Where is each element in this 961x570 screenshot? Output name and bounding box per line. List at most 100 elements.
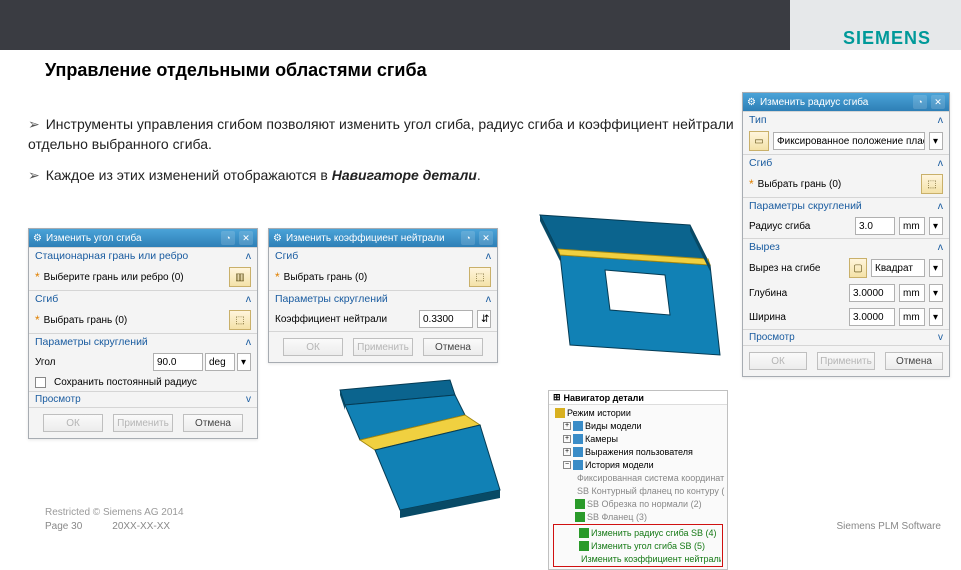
dialog-change-neutral: ⚙ Изменить коэффициент нейтрали ◔ ✕ Сгиб… xyxy=(268,228,498,363)
pin-icon[interactable]: ◔ xyxy=(913,95,927,109)
depth-label: Глубина xyxy=(749,288,845,299)
nav-item[interactable]: −История модели xyxy=(551,458,725,471)
depth-dd[interactable]: ▾ xyxy=(929,284,943,302)
section-preview[interactable]: Просмотрv xyxy=(29,391,257,407)
footer: Page 30 20XX-XX-XX Siemens PLM Software xyxy=(45,521,941,532)
nav-history-mode[interactable]: Режим истории xyxy=(551,406,725,419)
radius-input[interactable]: 3.0 xyxy=(855,217,895,235)
select-edge-row[interactable]: * Выбрать грань (0) ⬚ xyxy=(269,264,497,290)
apply-button[interactable]: Применить xyxy=(353,338,413,356)
nav-item[interactable]: +Выражения пользователя xyxy=(551,445,725,458)
nav-item[interactable]: Изменить угол сгиба SB (5) xyxy=(555,539,721,552)
pin-icon[interactable]: ◔ xyxy=(461,231,475,245)
section-bend[interactable]: Сгибʌ xyxy=(269,247,497,264)
chevron-up-icon: ʌ xyxy=(486,250,491,262)
section-type[interactable]: Типʌ xyxy=(743,111,949,128)
relief-icon: ▢ xyxy=(849,258,867,278)
dialog-title-text: Изменить угол сгиба xyxy=(46,233,217,244)
dialog-change-bend-angle: ⚙ Изменить угол сгиба ◔ ✕ Стационарная г… xyxy=(28,228,258,439)
ok-button[interactable]: ОК xyxy=(749,352,807,370)
section-relief[interactable]: Вырезʌ xyxy=(743,238,949,255)
apply-button[interactable]: Применить xyxy=(817,352,875,370)
chevron-up-icon: ʌ xyxy=(938,157,943,169)
radius-label: Радиус сгиба xyxy=(749,221,851,232)
section-params[interactable]: Параметры скругленийʌ xyxy=(743,197,949,214)
close-icon[interactable]: ✕ xyxy=(239,231,253,245)
chevron-up-icon: ʌ xyxy=(246,250,251,262)
ok-button[interactable]: ОК xyxy=(283,338,343,356)
gear-icon: ⚙ xyxy=(747,97,756,108)
chevron-up-icon: ʌ xyxy=(938,241,943,253)
radius-dd[interactable]: ▾ xyxy=(929,217,943,235)
radius-unit[interactable]: mm xyxy=(899,217,925,235)
chevron-up-icon: ʌ xyxy=(938,200,943,212)
dialog-titlebar[interactable]: ⚙ Изменить угол сгиба ◔ ✕ xyxy=(29,229,257,247)
select-face-icon[interactable]: ▥ xyxy=(229,267,251,287)
bullet-1: Инструменты управления сгибом позволяют … xyxy=(28,116,734,152)
section-face[interactable]: Стационарная грань или реброʌ xyxy=(29,247,257,264)
body-text: ➢Инструменты управления сгибом позволяют… xyxy=(28,115,748,198)
footer-product: Siemens PLM Software xyxy=(837,521,942,532)
navigator-icon: ⊞ xyxy=(553,392,561,403)
select-face-row[interactable]: * Выберите грань или ребро (0) ▥ xyxy=(29,264,257,290)
angle-input[interactable]: 90.0 xyxy=(153,353,203,371)
keep-radius-checkbox[interactable] xyxy=(35,377,46,388)
type-dropdown[interactable]: Фиксированное положение пластины/фланца xyxy=(773,132,925,150)
dialog-title-text: Изменить коэффициент нейтрали xyxy=(286,233,457,244)
page-title: Управление отдельными областями сгиба xyxy=(45,60,427,81)
relief-dd[interactable]: ▾ xyxy=(929,259,943,277)
select-edge-row[interactable]: * Выбрать грань (0) ⬚ xyxy=(743,171,949,197)
neutral-input[interactable]: 0.3300 xyxy=(419,310,473,328)
bullet-2-suffix: . xyxy=(477,167,481,183)
ok-button[interactable]: ОК xyxy=(43,414,103,432)
width-unit[interactable]: mm xyxy=(899,308,925,326)
section-params[interactable]: Параметры скругленийʌ xyxy=(269,290,497,307)
section-params[interactable]: Параметры скругленийʌ xyxy=(29,333,257,350)
nav-item[interactable]: Изменить коэффициент нейтрали SB (6) xyxy=(555,552,721,565)
nav-item[interactable]: +Камеры xyxy=(551,432,725,445)
width-label: Ширина xyxy=(749,312,845,323)
depth-unit[interactable]: mm xyxy=(899,284,925,302)
header-dark-strip xyxy=(0,0,790,50)
navigator-title[interactable]: ⊞ Навигатор детали xyxy=(549,391,727,405)
cancel-button[interactable]: Отмена xyxy=(423,338,483,356)
angle-unit[interactable]: deg xyxy=(205,353,235,371)
part-navigator: ⊞ Навигатор детали Режим истории +Виды м… xyxy=(548,390,728,570)
relief-label: Вырез на сгибе xyxy=(749,263,845,274)
cancel-button[interactable]: Отмена xyxy=(183,414,243,432)
dialog-title-text: Изменить радиус сгиба xyxy=(760,97,909,108)
cancel-button[interactable]: Отмена xyxy=(885,352,943,370)
nav-item[interactable]: +Виды модели xyxy=(551,419,725,432)
footer-date: 20XX-XX-XX xyxy=(112,521,170,532)
select-edge-icon[interactable]: ⬚ xyxy=(229,310,251,330)
neutral-label: Коэффициент нейтрали xyxy=(275,314,415,325)
type-dd-arrow[interactable]: ▾ xyxy=(929,132,943,150)
section-preview[interactable]: Просмотрv xyxy=(743,329,949,345)
bullet-2-em: Навигаторе детали xyxy=(332,167,477,183)
dialog-titlebar[interactable]: ⚙ Изменить коэффициент нейтрали ◔ ✕ xyxy=(269,229,497,247)
nav-item[interactable]: Фиксированная система координат (0) xyxy=(551,471,725,484)
neutral-spin[interactable]: ⇵ xyxy=(477,310,491,328)
section-bend[interactable]: Сгибʌ xyxy=(743,154,949,171)
nav-item[interactable]: SB Контурный фланец по контуру (1) xyxy=(551,484,725,497)
close-icon[interactable]: ✕ xyxy=(931,95,945,109)
select-edge-row[interactable]: * Выбрать грань (0) ⬚ xyxy=(29,307,257,333)
chevron-up-icon: ʌ xyxy=(246,293,251,305)
render-bend-plate xyxy=(510,205,730,375)
width-dd[interactable]: ▾ xyxy=(929,308,943,326)
width-input[interactable]: 3.0000 xyxy=(849,308,895,326)
select-edge-icon[interactable]: ⬚ xyxy=(469,267,491,287)
chevron-up-icon: ʌ xyxy=(246,336,251,348)
keep-radius-row[interactable]: Сохранить постоянный радиус xyxy=(29,374,257,391)
pin-icon[interactable]: ◔ xyxy=(221,231,235,245)
apply-button[interactable]: Применить xyxy=(113,414,173,432)
close-icon[interactable]: ✕ xyxy=(479,231,493,245)
relief-dropdown[interactable]: Квадрат xyxy=(871,259,925,277)
section-bend[interactable]: Сгибʌ xyxy=(29,290,257,307)
gear-icon: ⚙ xyxy=(33,233,42,244)
angle-dropdown[interactable]: ▾ xyxy=(237,353,251,371)
select-edge-icon[interactable]: ⬚ xyxy=(921,174,943,194)
nav-item[interactable]: SB Обрезка по нормали (2) xyxy=(551,497,725,510)
dialog-titlebar[interactable]: ⚙ Изменить радиус сгиба ◔ ✕ xyxy=(743,93,949,111)
depth-input[interactable]: 3.0000 xyxy=(849,284,895,302)
